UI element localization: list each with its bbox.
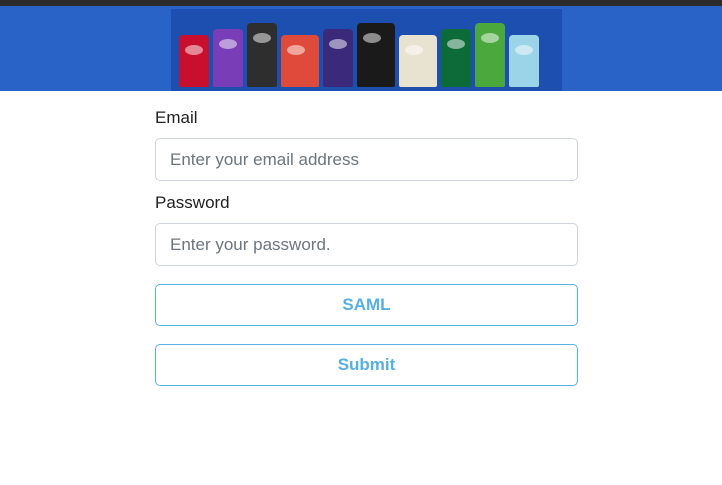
snack-bag-image xyxy=(399,35,437,87)
password-label: Password xyxy=(155,193,230,212)
email-field[interactable] xyxy=(155,138,578,181)
submit-button[interactable]: Submit xyxy=(155,344,578,386)
snack-bag-image xyxy=(247,23,277,87)
snack-bag-image xyxy=(475,23,505,87)
snack-bag-image xyxy=(323,29,353,87)
login-form: Email Password SAML Submit xyxy=(155,107,578,386)
snack-bag-image xyxy=(441,29,471,87)
saml-button[interactable]: SAML xyxy=(155,284,578,326)
snack-bag-image xyxy=(509,35,539,87)
snack-bag-image xyxy=(357,23,395,87)
password-field[interactable] xyxy=(155,223,578,266)
snack-bag-image xyxy=(281,35,319,87)
email-label: Email xyxy=(155,108,198,127)
snack-products-banner xyxy=(171,9,562,91)
snack-bag-image xyxy=(213,29,243,87)
snack-bag-image xyxy=(179,35,209,87)
page-header xyxy=(0,6,722,91)
